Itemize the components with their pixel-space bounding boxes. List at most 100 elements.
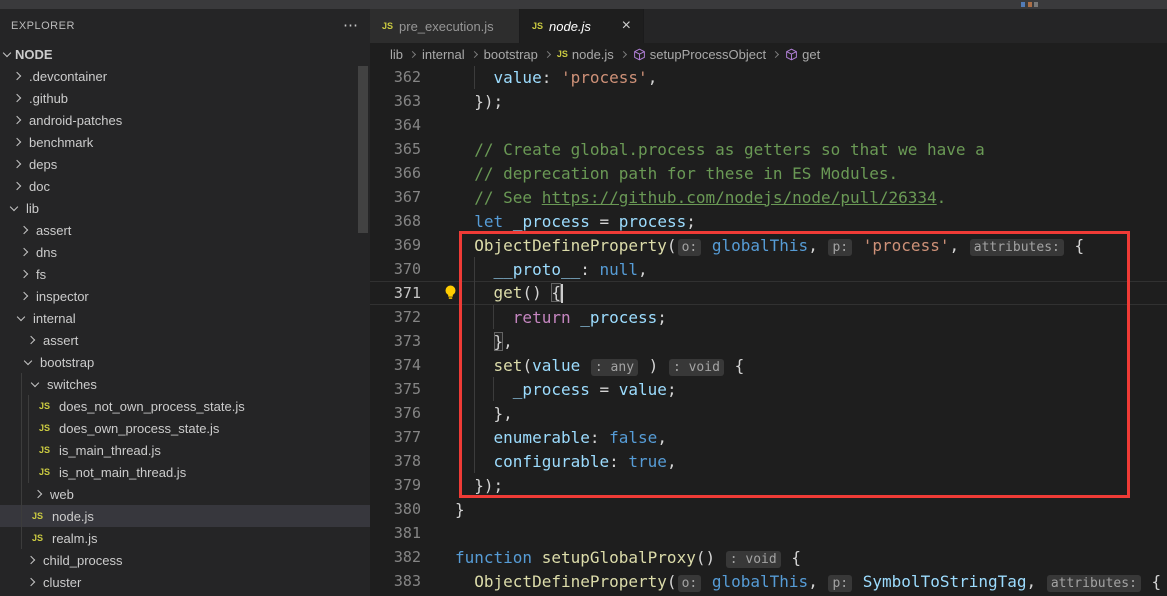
line-number: 383: [370, 572, 421, 590]
tree-item-child-process[interactable]: child_process: [0, 549, 370, 571]
code-line-377[interactable]: 377 enumerable: false,: [370, 425, 1167, 449]
breadcrumb-item-lib[interactable]: lib: [390, 47, 403, 62]
code-line-362[interactable]: 362 value: 'process',: [370, 65, 1167, 89]
inlay-hint: : void: [669, 359, 724, 376]
code-line-372[interactable]: 372 return _process;: [370, 305, 1167, 329]
code-line-374[interactable]: 374 set(value : any ) : void {: [370, 353, 1167, 377]
tree-item-doc[interactable]: doc: [0, 175, 370, 197]
tree-item-internal[interactable]: internal: [0, 307, 370, 329]
code-line-365[interactable]: 365 // Create global.process as getters …: [370, 137, 1167, 161]
code-line-376[interactable]: 376 },: [370, 401, 1167, 425]
tree-item-label: fs: [36, 267, 46, 282]
titlebar-text-fragment: [1021, 2, 1025, 7]
code-line-370[interactable]: 370 __proto__: null,: [370, 257, 1167, 281]
tree-item-label: node.js: [52, 509, 94, 524]
titlebar: [0, 0, 1167, 9]
tree-item-benchmark[interactable]: benchmark: [0, 131, 370, 153]
tree-item-label: doc: [29, 179, 50, 194]
tree-item--devcontainer[interactable]: .devcontainer: [0, 65, 370, 87]
line-content: configurable: true,: [421, 452, 677, 471]
tree-item-assert[interactable]: assert: [0, 329, 370, 351]
tree-item-label: child_process: [43, 553, 123, 568]
tree-item-realm-js[interactable]: JSrealm.js: [0, 527, 370, 549]
code-line-371[interactable]: 371 get() {: [370, 281, 1167, 305]
vscode-window: EXPLORER ⋯ NODE .devcontainer .githubandr…: [0, 0, 1167, 596]
tree-item-dns[interactable]: dns: [0, 241, 370, 263]
explorer-header: EXPLORER ⋯: [0, 9, 370, 43]
line-number: 372: [370, 308, 421, 326]
js-file-icon: JS: [557, 49, 568, 59]
tree-item-node-js[interactable]: JSnode.js: [0, 505, 370, 527]
chevron-right-icon: [772, 50, 779, 57]
code-line-373[interactable]: 373 },: [370, 329, 1167, 353]
breadcrumb-item-get[interactable]: get: [785, 47, 820, 62]
code-line-381[interactable]: 381: [370, 521, 1167, 545]
chevron-right-icon: [471, 50, 478, 57]
tree-item-is-not-main-thread-js[interactable]: JSis_not_main_thread.js: [0, 461, 370, 483]
tree-item-bootstrap[interactable]: bootstrap: [0, 351, 370, 373]
line-content: },: [421, 332, 513, 351]
breadcrumb-item-node-js[interactable]: JSnode.js: [557, 47, 614, 62]
tree-item-inspector[interactable]: inspector: [0, 285, 370, 307]
close-icon[interactable]: ×: [620, 19, 633, 33]
inlay-hint: : any: [591, 359, 638, 376]
code-editor[interactable]: 362 value: 'process',363 });364365 // Cr…: [370, 65, 1167, 593]
tree-item-deps[interactable]: deps: [0, 153, 370, 175]
tree-item-web[interactable]: web: [0, 483, 370, 505]
line-number: 374: [370, 356, 421, 374]
tree-item-label: does_own_process_state.js: [59, 421, 219, 436]
code-line-363[interactable]: 363 });: [370, 89, 1167, 113]
tree-item-does-own-process-state-js[interactable]: JSdoes_own_process_state.js: [0, 417, 370, 439]
tree-item-cluster[interactable]: cluster: [0, 571, 370, 593]
tab-label: node.js: [549, 19, 591, 34]
breadcrumb-item-bootstrap[interactable]: bootstrap: [484, 47, 538, 62]
lightbulb-icon[interactable]: [443, 284, 458, 301]
breadcrumb-item-setupprocessobject[interactable]: setupProcessObject: [633, 47, 766, 62]
code-line-368[interactable]: 368 let _process = process;: [370, 209, 1167, 233]
chevron-right-icon: [544, 50, 551, 57]
tree-item-assert[interactable]: assert: [0, 219, 370, 241]
code-line-379[interactable]: 379 });: [370, 473, 1167, 497]
breadcrumb-item-internal[interactable]: internal: [422, 47, 465, 62]
explorer-section-node[interactable]: NODE: [0, 43, 370, 65]
code-line-375[interactable]: 375 _process = value;: [370, 377, 1167, 401]
line-content: __proto__: null,: [421, 260, 648, 279]
line-number: 367: [370, 188, 421, 206]
code-line-382[interactable]: 382function setupGlobalProxy() : void {: [370, 545, 1167, 569]
chevron-down-icon: [17, 312, 25, 320]
tab-node-js[interactable]: JSnode.js×: [520, 9, 644, 43]
tree-item-is-main-thread-js[interactable]: JSis_main_thread.js: [0, 439, 370, 461]
inlay-hint: o:: [678, 575, 702, 592]
tree-item-label: .devcontainer: [29, 69, 107, 84]
code-line-380[interactable]: 380}: [370, 497, 1167, 521]
code-line-367[interactable]: 367 // See https://github.com/nodejs/nod…: [370, 185, 1167, 209]
line-content: },: [421, 404, 513, 423]
code-line-383[interactable]: 383 ObjectDefineProperty(o: globalThis, …: [370, 569, 1167, 593]
tree-item--github[interactable]: .github: [0, 87, 370, 109]
tree-item-fs[interactable]: fs: [0, 263, 370, 285]
line-number: 379: [370, 476, 421, 494]
tab-pre-execution-js[interactable]: JSpre_execution.js: [370, 9, 520, 43]
ellipsis-icon[interactable]: ⋯: [343, 21, 358, 31]
tree-item-android-patches[interactable]: android-patches: [0, 109, 370, 131]
tree-item-label: bootstrap: [40, 355, 94, 370]
code-line-364[interactable]: 364: [370, 113, 1167, 137]
tree-item-switches[interactable]: switches: [0, 373, 370, 395]
code-line-369[interactable]: 369 ObjectDefineProperty(o: globalThis, …: [370, 233, 1167, 257]
tree-item-label: is_main_thread.js: [59, 443, 161, 458]
breadcrumb-label: setupProcessObject: [650, 47, 766, 62]
line-number: 382: [370, 548, 421, 566]
chevron-right-icon: [27, 578, 35, 586]
line-number: 370: [370, 260, 421, 278]
tree-item-does-not-own-process-state-js[interactable]: JSdoes_not_own_process_state.js: [0, 395, 370, 417]
chevron-right-icon: [20, 292, 28, 300]
code-line-366[interactable]: 366 // deprecation path for these in ES …: [370, 161, 1167, 185]
code-line-378[interactable]: 378 configurable: true,: [370, 449, 1167, 473]
line-content: // deprecation path for these in ES Modu…: [421, 164, 898, 183]
tree-item-lib[interactable]: lib: [0, 197, 370, 219]
sidebar-scrollbar[interactable]: [358, 66, 368, 233]
comment-link[interactable]: https://github.com/nodejs/node/pull/2633…: [542, 188, 937, 207]
line-content: // See https://github.com/nodejs/node/pu…: [421, 188, 946, 207]
chevron-right-icon: [20, 248, 28, 256]
tab-bar: JSpre_execution.jsJSnode.js×: [370, 9, 1167, 43]
